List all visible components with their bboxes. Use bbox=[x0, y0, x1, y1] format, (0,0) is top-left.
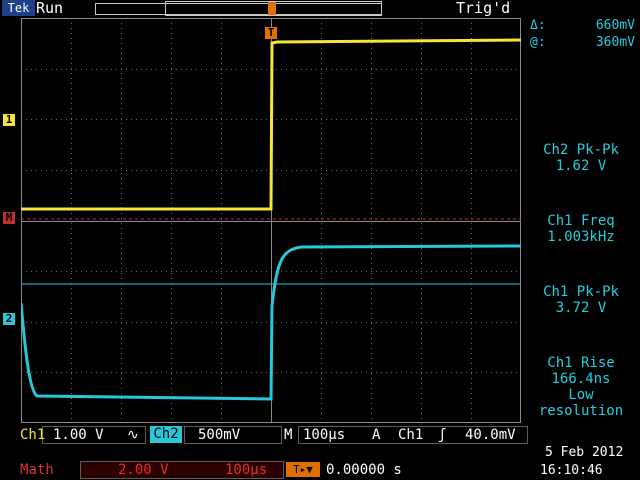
horizontal-position: 0.00000 s bbox=[326, 462, 402, 478]
trigger-position-marker bbox=[268, 2, 276, 15]
abs-symbol: @: bbox=[530, 35, 546, 50]
ch1-scale: 1.00 V bbox=[53, 427, 104, 443]
math-label: Math bbox=[20, 462, 54, 478]
trigger-a-label: A bbox=[372, 427, 381, 443]
date-readout: 5 Feb 2012 bbox=[545, 445, 624, 460]
timebase-value: 100µs bbox=[303, 427, 346, 443]
trigger-offset-icon: T▸▼ bbox=[286, 462, 320, 477]
main-timebase-label: M bbox=[284, 427, 293, 443]
trigger-source: Ch1 bbox=[398, 427, 424, 443]
trigger-state: Trig'd bbox=[456, 0, 511, 17]
ch1-waveform bbox=[21, 38, 521, 211]
measurement-value: 166.4ns bbox=[551, 371, 611, 387]
ch2-level-marker[interactable]: 2 bbox=[3, 313, 15, 325]
cursor-abs-readout: @: 360mV bbox=[530, 35, 635, 50]
measurement-ch1-pkpk: Ch1 Pk-Pk 3.72 V bbox=[525, 284, 637, 316]
waveform-graticule bbox=[21, 18, 521, 423]
measurement-value: 1.003kHz bbox=[547, 229, 615, 245]
measurement-note: resolution bbox=[538, 403, 624, 419]
math-scale: 2.00 V bbox=[118, 462, 169, 478]
measurement-value: 1.62 V bbox=[555, 158, 607, 174]
ch1-label: Ch1 bbox=[20, 427, 46, 443]
ch1-level-marker[interactable]: 1 bbox=[3, 114, 15, 126]
trigger-marker[interactable]: T bbox=[265, 27, 277, 39]
measurement-note: Low bbox=[568, 387, 594, 403]
ch2-scale: 500mV bbox=[198, 427, 241, 443]
time-readout: 16:10:46 bbox=[540, 463, 603, 478]
trigger-level: 40.0mV bbox=[465, 427, 516, 443]
brand-logo: Tek bbox=[2, 0, 35, 16]
measurement-ch2-pkpk: Ch2 Pk-Pk 1.62 V bbox=[525, 142, 637, 174]
math-timebase: 100µs bbox=[225, 462, 268, 478]
rising-edge-icon: ʃ bbox=[438, 427, 447, 443]
delta-value: 660mV bbox=[595, 18, 635, 33]
measurement-value: 3.72 V bbox=[555, 300, 607, 316]
measurement-label: Ch1 Pk-Pk bbox=[543, 284, 619, 300]
measurement-label: Ch2 Pk-Pk bbox=[543, 142, 619, 158]
ch2-label[interactable]: Ch2 bbox=[150, 426, 182, 443]
measurement-ch1-rise: Ch1 Rise 166.4ns Low resolution bbox=[525, 355, 637, 419]
measurement-label: Ch1 Rise bbox=[547, 355, 615, 371]
abs-value: 360mV bbox=[595, 35, 635, 50]
math-level-marker[interactable]: M bbox=[3, 212, 15, 224]
run-state: Run bbox=[36, 0, 64, 17]
cursor-delta-readout: Δ: 660mV bbox=[530, 18, 635, 33]
measurement-label: Ch1 Freq bbox=[547, 213, 615, 229]
ch1-bandwidth-icon: ∿ bbox=[127, 427, 139, 443]
delta-symbol: Δ: bbox=[530, 18, 546, 33]
measurement-ch1-freq: Ch1 Freq 1.003kHz bbox=[525, 213, 637, 245]
